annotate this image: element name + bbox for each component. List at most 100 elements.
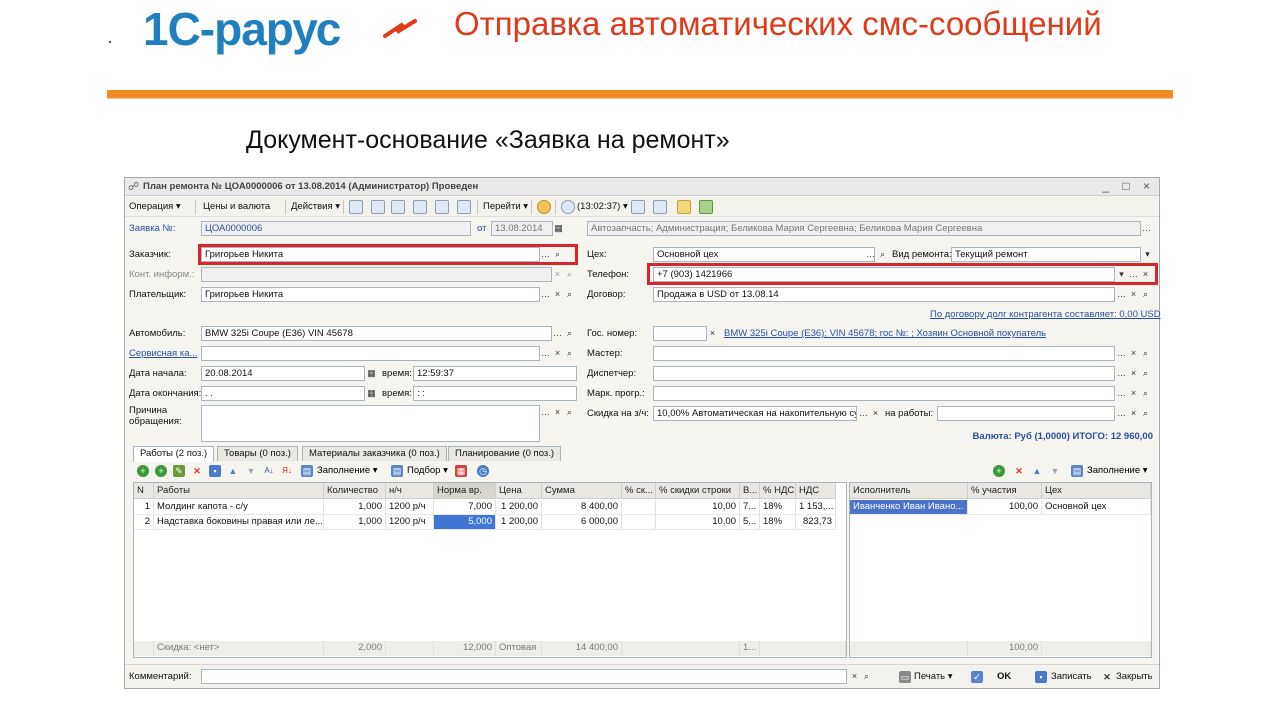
discount-field[interactable]: 10,00% Автоматическая на накопительную с… xyxy=(653,406,857,421)
contract-select-button[interactable]: … xyxy=(1116,288,1127,301)
number-field[interactable]: ЦОА0000006 xyxy=(201,221,471,236)
contract-field[interactable]: Продажа в USD от 13.08.14 xyxy=(653,287,1115,302)
contact-clear-icon[interactable]: × xyxy=(552,268,563,281)
works-col-header[interactable]: Количество xyxy=(324,483,386,499)
save-icon[interactable]: ▪ xyxy=(1035,671,1047,683)
works-col-header[interactable]: Цена xyxy=(496,483,542,499)
executors-col-header[interactable]: % участия xyxy=(968,483,1042,499)
comment-field[interactable] xyxy=(201,669,847,684)
reason-select-button[interactable]: … xyxy=(540,406,551,419)
time-icon[interactable]: ◷ xyxy=(477,465,489,477)
works-cell[interactable]: 5... xyxy=(740,515,760,530)
service-card-field[interactable] xyxy=(201,346,540,361)
works-col-header[interactable]: % ск... xyxy=(622,483,656,499)
goto-menu[interactable]: Перейти ▾ xyxy=(483,200,528,214)
works-col-header[interactable]: % скидки строки xyxy=(656,483,740,499)
tab-planning[interactable]: Планирование (0 поз.) xyxy=(448,446,562,461)
copy-icon[interactable] xyxy=(391,200,405,214)
payer-field[interactable]: Григорьев Никита xyxy=(201,287,540,302)
tab-customer-materials[interactable]: Материалы заказчика (0 поз.) xyxy=(302,446,447,461)
program-search-icon[interactable]: ⌕ xyxy=(1140,387,1151,400)
contact-field[interactable] xyxy=(201,267,552,282)
tree-icon[interactable] xyxy=(631,200,645,214)
executors-cell[interactable]: Иванченко Иван Ивано... xyxy=(850,500,968,515)
works-cell[interactable]: 1 200,00 xyxy=(496,500,542,515)
reason-clear-icon[interactable]: × xyxy=(552,406,563,419)
dispatcher-select-button[interactable]: … xyxy=(1116,367,1127,380)
works-search-icon[interactable]: ⌕ xyxy=(1140,407,1151,420)
window-controls[interactable]: _ □ × xyxy=(1102,179,1155,193)
end-time-field[interactable]: : : xyxy=(413,386,577,401)
tab-goods[interactable]: Товары (0 поз.) xyxy=(217,446,298,461)
operation-menu[interactable]: Операция ▾ xyxy=(129,200,181,214)
discount-select-button[interactable]: … xyxy=(858,407,869,420)
save-icon[interactable] xyxy=(371,200,385,214)
master-clear-icon[interactable]: × xyxy=(1128,347,1139,360)
prices-button[interactable]: Цены и валюта xyxy=(203,200,270,214)
shop-select-button[interactable]: … xyxy=(865,248,876,261)
copy-row-icon[interactable]: + xyxy=(155,465,167,477)
pick-icon[interactable]: ▤ xyxy=(391,465,403,477)
executor-down-icon[interactable]: ▼ xyxy=(1049,465,1061,477)
works-col-header[interactable]: Работы xyxy=(154,483,324,499)
car-field[interactable]: BMW 325i Coupe (E36) VIN 45678 xyxy=(201,326,552,341)
works-cell[interactable] xyxy=(622,515,656,530)
add-executor-icon[interactable]: + xyxy=(993,465,1005,477)
program-clear-icon[interactable]: × xyxy=(1128,387,1139,400)
shop-field[interactable]: Основной цех xyxy=(653,247,875,262)
reason-search-icon[interactable]: ⌕ xyxy=(564,406,575,419)
works-cell[interactable]: 8 400,00 xyxy=(542,500,622,515)
window-titlebar[interactable]: ☍ План ремонта № ЦОА0000006 от 13.08.201… xyxy=(125,178,1159,196)
check-icon[interactable]: ✓ xyxy=(971,671,983,683)
mark-row-icon[interactable]: ▪ xyxy=(209,465,221,477)
reason-field[interactable] xyxy=(201,405,540,442)
works-select-button[interactable]: … xyxy=(1116,407,1127,420)
service-search-icon[interactable]: ⌕ xyxy=(564,347,575,360)
car-info-link[interactable]: BMW 325i Coupe (E36); VIN 45678; гос №: … xyxy=(724,328,1046,339)
works-cell[interactable]: 1 xyxy=(134,500,154,515)
plate-field[interactable] xyxy=(653,326,707,341)
executor-up-icon[interactable]: ▲ xyxy=(1031,465,1043,477)
executor-fill-menu[interactable]: Заполнение ▾ xyxy=(1087,465,1148,476)
end-date-field[interactable]: . . xyxy=(201,386,365,401)
contact-search-icon[interactable]: ⌕ xyxy=(564,268,575,281)
actions-menu[interactable]: Действия ▾ xyxy=(291,200,340,214)
plate-clear-icon[interactable]: × xyxy=(707,327,718,340)
works-col-header[interactable]: % НДС xyxy=(760,483,796,499)
repair-type-dropdown-icon[interactable]: ▾ xyxy=(1142,248,1153,261)
works-cell[interactable]: 1 153,... xyxy=(796,500,836,515)
works-cell[interactable]: 1200 р/ч xyxy=(386,515,434,530)
structure-icon[interactable] xyxy=(413,200,427,214)
clock-icon[interactable] xyxy=(561,200,575,214)
contract-clear-icon[interactable]: × xyxy=(1128,288,1139,301)
folder-icon[interactable] xyxy=(677,200,691,214)
calendar-icon[interactable]: ▦ xyxy=(553,222,564,235)
master-select-button[interactable]: … xyxy=(1116,347,1127,360)
works-col-header[interactable]: н/ч xyxy=(386,483,434,499)
print-menu[interactable]: Печать ▾ xyxy=(914,671,953,682)
works-cell[interactable]: 1,000 xyxy=(324,515,386,530)
works-cell[interactable]: 2 xyxy=(134,515,154,530)
organization-field[interactable]: Автозапчасть; Администрация; Беликова Ма… xyxy=(587,221,1141,236)
works-cell[interactable]: 7,000 xyxy=(434,500,496,515)
works-cell[interactable]: 1,000 xyxy=(324,500,386,515)
payer-select-button[interactable]: … xyxy=(540,288,551,301)
tab-works[interactable]: Работы (2 поз.) xyxy=(133,446,215,462)
contract-search-icon[interactable]: ⌕ xyxy=(1140,288,1151,301)
works-discount-field[interactable] xyxy=(937,406,1115,421)
executors-cell[interactable]: 100,00 xyxy=(968,500,1042,515)
master-field[interactable] xyxy=(653,346,1115,361)
close-icon[interactable]: ✕ xyxy=(1101,671,1113,683)
start-date-field[interactable]: 20.08.2014 xyxy=(201,366,365,381)
move-down-icon[interactable]: ▼ xyxy=(245,465,257,477)
ok-button[interactable]: OK xyxy=(997,671,1011,682)
delete-row-icon[interactable]: ✕ xyxy=(191,465,203,477)
dispatcher-field[interactable] xyxy=(653,366,1115,381)
car-search-icon[interactable]: ⌕ xyxy=(564,327,575,340)
pick-menu[interactable]: Подбор ▾ xyxy=(407,465,448,476)
fill-menu[interactable]: Заполнение ▾ xyxy=(317,465,378,476)
print-icon[interactable] xyxy=(457,200,471,214)
close-button[interactable]: Закрыть xyxy=(1116,671,1153,682)
works-cell[interactable]: 7... xyxy=(740,500,760,515)
master-search-icon[interactable]: ⌕ xyxy=(1140,347,1151,360)
